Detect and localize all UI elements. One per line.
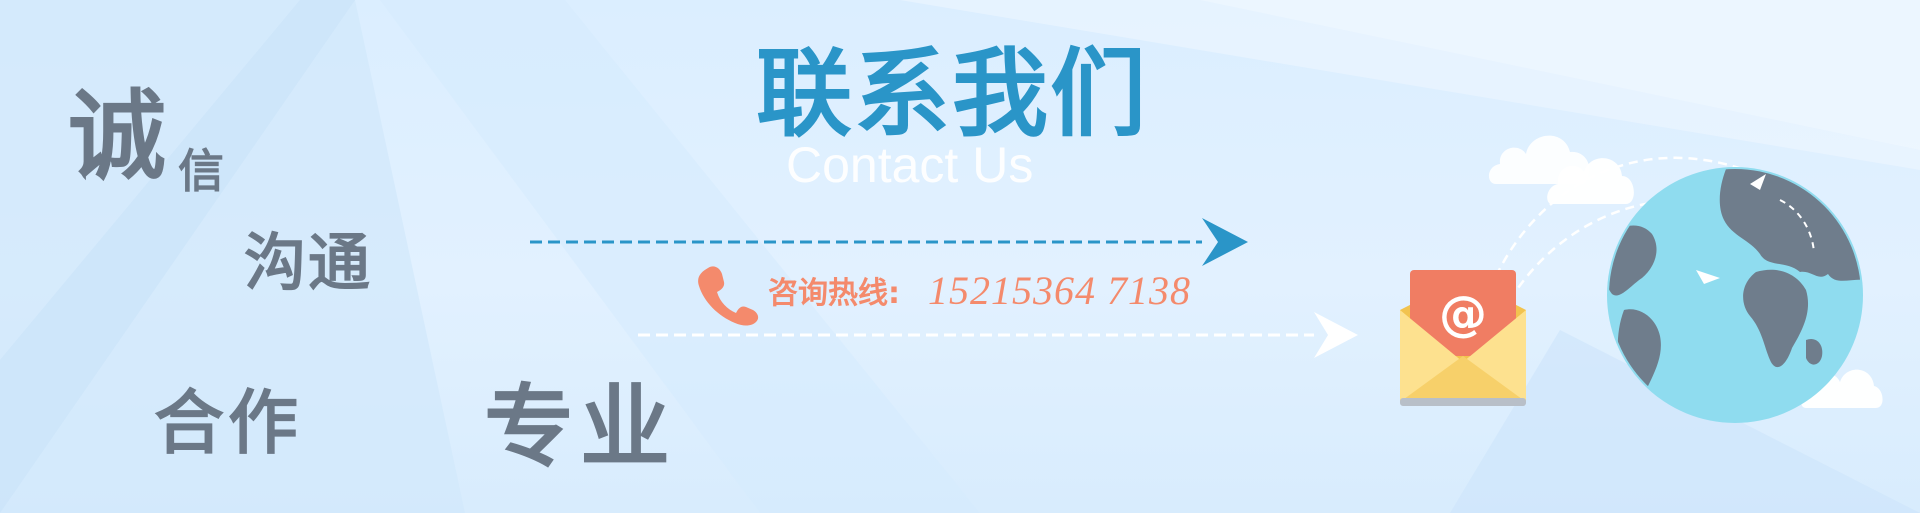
hotline-number[interactable]: 15215364 7138 (928, 271, 1191, 311)
svg-text:@: @ (1439, 286, 1487, 342)
globe-icon (1607, 167, 1863, 423)
word-goutong: 沟通 (244, 226, 373, 299)
word-xin: 信 (178, 144, 224, 198)
page-title: 联系我们 (756, 38, 1148, 150)
hotline-label: 咨询热线: (768, 276, 900, 311)
word-hezuo: 合作 (154, 382, 302, 464)
email-at-icon: @ (1400, 270, 1526, 406)
dashed-arrow-blue (530, 218, 1248, 266)
word-zhuanye: 专业 (484, 375, 676, 480)
contact-banner: 诚 信 沟通 合作 专业 联系我们 Contact Us 咨询热线: 15215… (0, 0, 1920, 513)
page-subtitle: Contact Us (786, 137, 1034, 193)
word-cheng: 诚 (68, 80, 167, 194)
phone-icon (698, 266, 759, 326)
